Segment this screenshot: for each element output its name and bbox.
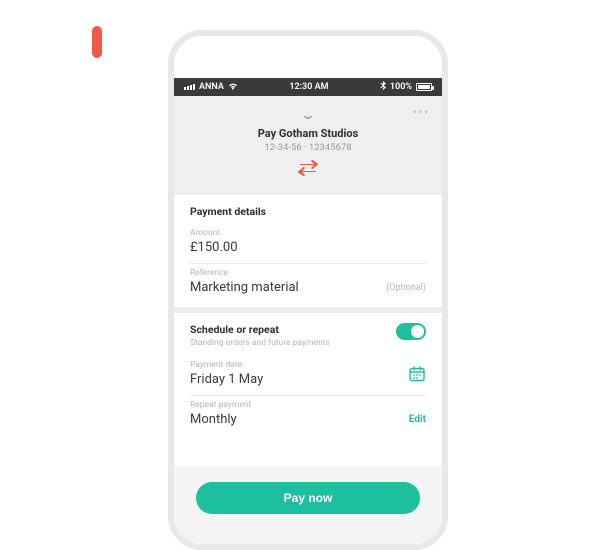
signal-icon <box>184 84 195 90</box>
payment-date-value: Friday 1 May <box>190 372 426 387</box>
phone-screen: ANNA 12:30 AM 100% ⌄ ••• Pay Gotham Stud… <box>174 78 442 544</box>
battery-percent: 100% <box>390 82 412 92</box>
amount-field[interactable]: Amount £150.00 <box>190 224 426 264</box>
schedule-toggle[interactable] <box>396 323 426 340</box>
amount-value: £150.00 <box>190 240 426 255</box>
transfer-icon <box>296 159 320 177</box>
bluetooth-icon <box>380 81 386 93</box>
carrier-label: ANNA <box>199 82 224 92</box>
chevron-down-icon[interactable]: ⌄ <box>300 108 316 122</box>
reference-label: Reference <box>190 268 426 278</box>
payee-account: 12-34-56 · 12345678 <box>188 142 428 153</box>
schedule-subtitle: Standing orders and future payments <box>190 338 330 348</box>
more-icon[interactable]: ••• <box>413 106 430 119</box>
repeat-value: Monthly <box>190 412 426 427</box>
reference-hint: (Optional) <box>386 283 426 293</box>
payee-header: ⌄ ••• Pay Gotham Studios 12-34-56 · 1234… <box>174 96 442 195</box>
payment-date-label: Payment date <box>190 360 426 370</box>
wifi-icon <box>228 82 238 93</box>
edit-link[interactable]: Edit <box>409 414 426 425</box>
amount-label: Amount <box>190 228 426 238</box>
footer: Pay now <box>174 466 442 544</box>
schedule-title: Schedule or repeat <box>190 323 330 336</box>
payee-title: Pay Gotham Studios <box>188 127 428 140</box>
repeat-label: Repeat payment <box>190 400 426 410</box>
payment-details-section: Payment details Amount £150.00 Reference… <box>174 195 442 307</box>
clock: 12:30 AM <box>289 82 328 92</box>
status-bar: ANNA 12:30 AM 100% <box>174 78 442 96</box>
phone-frame: ANNA 12:30 AM 100% ⌄ ••• Pay Gotham Stud… <box>168 30 448 550</box>
schedule-section: Schedule or repeat Standing orders and f… <box>174 313 442 439</box>
battery-icon <box>416 83 432 91</box>
repeat-field[interactable]: Repeat payment Monthly Edit <box>190 396 426 435</box>
pay-now-button[interactable]: Pay now <box>196 482 420 514</box>
payment-date-field[interactable]: Payment date Friday 1 May <box>190 356 426 396</box>
calendar-icon[interactable] <box>408 365 426 387</box>
annotation-marker <box>92 26 102 58</box>
reference-field[interactable]: Reference Marketing material (Optional) <box>190 264 426 303</box>
payment-details-title: Payment details <box>190 205 426 218</box>
